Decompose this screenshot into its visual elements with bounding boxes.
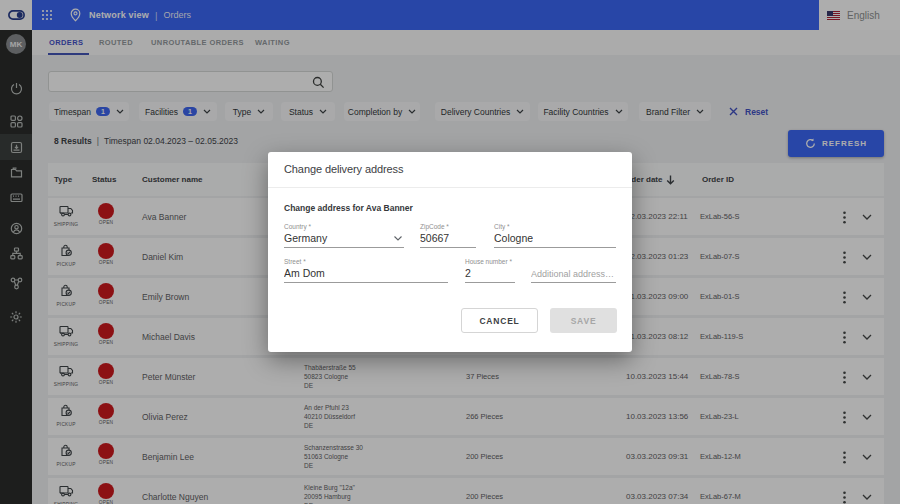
street-field[interactable]: Street * Am Dom <box>284 258 448 283</box>
dialog-title: Change delivery address <box>284 163 403 175</box>
cancel-button[interactable]: CANCEL <box>461 308 538 333</box>
zipcode-field[interactable]: ZipCode * 50667 <box>420 223 476 248</box>
dialog-subtitle: Change address for Ava Banner <box>284 203 413 213</box>
house-number-field[interactable]: House number * 2 <box>465 258 515 283</box>
save-button[interactable]: SAVE <box>550 308 617 333</box>
additional-address-field[interactable]: Additional address info <box>531 258 616 283</box>
change-delivery-address-dialog: Change delivery address Change address f… <box>268 152 632 352</box>
country-select[interactable]: Country * Germany <box>284 223 404 248</box>
select-arrow-icon <box>394 236 402 241</box>
dialog-divider <box>268 187 632 188</box>
city-field[interactable]: City * Cologne <box>494 223 616 248</box>
